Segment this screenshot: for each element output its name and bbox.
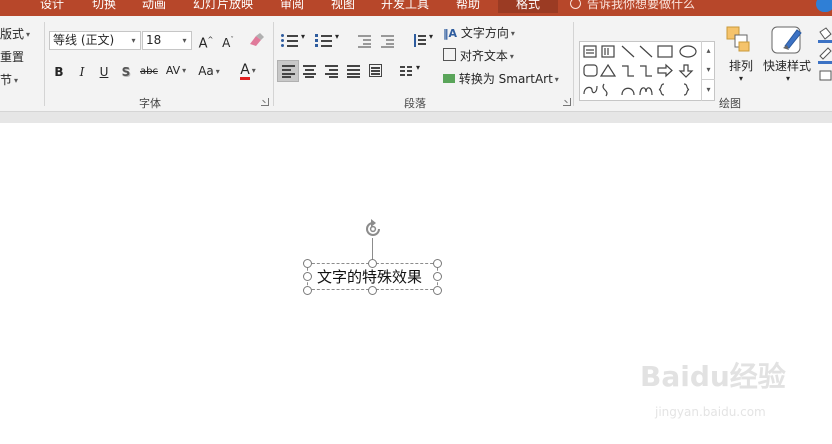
chevron-down-icon[interactable]: ▾ [335,32,339,41]
tab-design[interactable]: 设计 [40,0,64,13]
columns-icon[interactable] [400,66,413,78]
drawing-group-label: 绘图 [719,97,741,110]
justify-icon[interactable] [347,65,360,78]
textbox-text[interactable]: 文字的特殊效果 [317,266,422,287]
text-direction-button[interactable]: ‖A 文字方向 ▾ [443,24,515,41]
grow-font-button[interactable]: A^ [198,32,214,52]
numbering-icon[interactable] [315,34,333,48]
smartart-icon [443,74,455,83]
tell-me-search[interactable]: 告诉我你想要做什么 [570,0,695,13]
align-center-icon[interactable] [303,65,316,78]
shape-format-icons [818,27,832,81]
shapes-scroll[interactable]: ▴ ▾ ▾ [701,41,715,101]
bold-button[interactable]: B [52,64,66,80]
change-case-button[interactable]: Aa ▾ [196,63,222,81]
reset-button[interactable]: 重置 [0,48,24,65]
align-left-button[interactable] [277,60,299,82]
ribbon: 版式 ▾ 重置 节 ▾ 等线 (正文) ▾ 18 ▾ A^ Aˇ B I U S a… [0,16,832,111]
resize-handle-bottom-right[interactable] [433,286,442,295]
tab-slideshow[interactable]: 幻灯片放映 [193,0,253,13]
layout-button[interactable]: 版式 ▾ [0,25,30,42]
align-text-icon [443,48,456,61]
account-icon[interactable] [816,0,832,12]
resize-handle-bottom[interactable] [368,286,377,295]
arrange-button[interactable]: 排列 [729,57,753,74]
paragraph-group-label: 段落 [404,97,426,110]
chevron-down-icon[interactable]: ▾ [739,74,743,83]
underline-button[interactable]: U [97,64,111,80]
quick-styles-button[interactable]: 快速样式 [763,57,811,74]
align-left-icon [282,65,295,78]
tab-help[interactable]: 帮助 [456,0,480,13]
shapes-gallery[interactable] [579,41,715,101]
chevron-down-icon[interactable]: ▾ [416,63,420,72]
section-button[interactable]: 节 ▾ [0,71,18,88]
shrink-font-button[interactable]: Aˇ [220,32,236,51]
tab-developer[interactable]: 开发工具 [381,0,429,13]
paragraph-dialog-launcher[interactable] [563,98,571,106]
font-group-label: 字体 [139,97,161,110]
resize-handle-left[interactable] [303,272,312,281]
shadow-button[interactable]: S [119,64,133,80]
chevron-down-icon[interactable]: ▾ [702,60,715,79]
rotate-handle-icon[interactable] [362,218,384,240]
align-right-icon[interactable] [325,65,338,78]
tab-review[interactable]: 审阅 [280,0,304,13]
chevron-down-icon[interactable]: ▾ [178,32,191,49]
tab-format[interactable]: 格式 [498,0,558,13]
line-spacing-icon[interactable] [413,34,426,47]
quick-styles-icon[interactable] [771,24,805,56]
tab-animations[interactable]: 动画 [142,0,166,13]
tab-transitions[interactable]: 切换 [92,0,116,13]
clear-format-icon[interactable] [247,32,265,48]
chevron-down-icon[interactable]: ▾ [301,32,305,41]
ribbon-tab-bar: 设计 切换 动画 幻灯片放映 审阅 视图 开发工具 帮助 格式 告诉我你想要做什… [0,0,832,16]
increase-indent-icon[interactable] [381,35,394,48]
watermark-logo: Baidu经验 [640,360,786,393]
convert-smartart-button[interactable]: 转换为 SmartArt ▾ [443,70,559,87]
arrange-icon[interactable] [726,25,752,53]
font-color-button[interactable]: A ▾ [236,62,260,80]
italic-button[interactable]: I [75,64,89,80]
distributed-icon[interactable] [369,64,382,77]
strikethrough-button[interactable]: abc [139,64,159,80]
chevron-down-icon[interactable]: ▾ [786,74,790,83]
chevron-down-icon[interactable]: ▾ [429,32,433,41]
decrease-indent-icon[interactable] [358,35,371,48]
search-icon [570,0,581,9]
chevron-down-icon[interactable]: ▾ [127,32,140,49]
font-name-combo[interactable]: 等线 (正文) ▾ [49,31,141,50]
text-direction-icon: ‖A [443,27,458,40]
align-text-button[interactable]: 对齐文本 ▾ [443,47,514,64]
resize-handle-top[interactable] [368,259,377,268]
tab-view[interactable]: 视图 [331,0,355,13]
font-size-combo[interactable]: 18 ▾ [142,31,192,50]
resize-handle-bottom-left[interactable] [303,286,312,295]
resize-handle-top-right[interactable] [433,259,442,268]
resize-handle-top-left[interactable] [303,259,312,268]
watermark-url: jingyan.baidu.com [655,405,766,419]
resize-handle-right[interactable] [433,272,442,281]
chevron-up-icon[interactable]: ▴ [702,41,715,60]
char-spacing-button[interactable]: AV ▾ [163,63,189,80]
shapes-icon [583,45,697,97]
font-dialog-launcher[interactable] [261,98,269,106]
bullets-icon[interactable] [281,34,299,48]
